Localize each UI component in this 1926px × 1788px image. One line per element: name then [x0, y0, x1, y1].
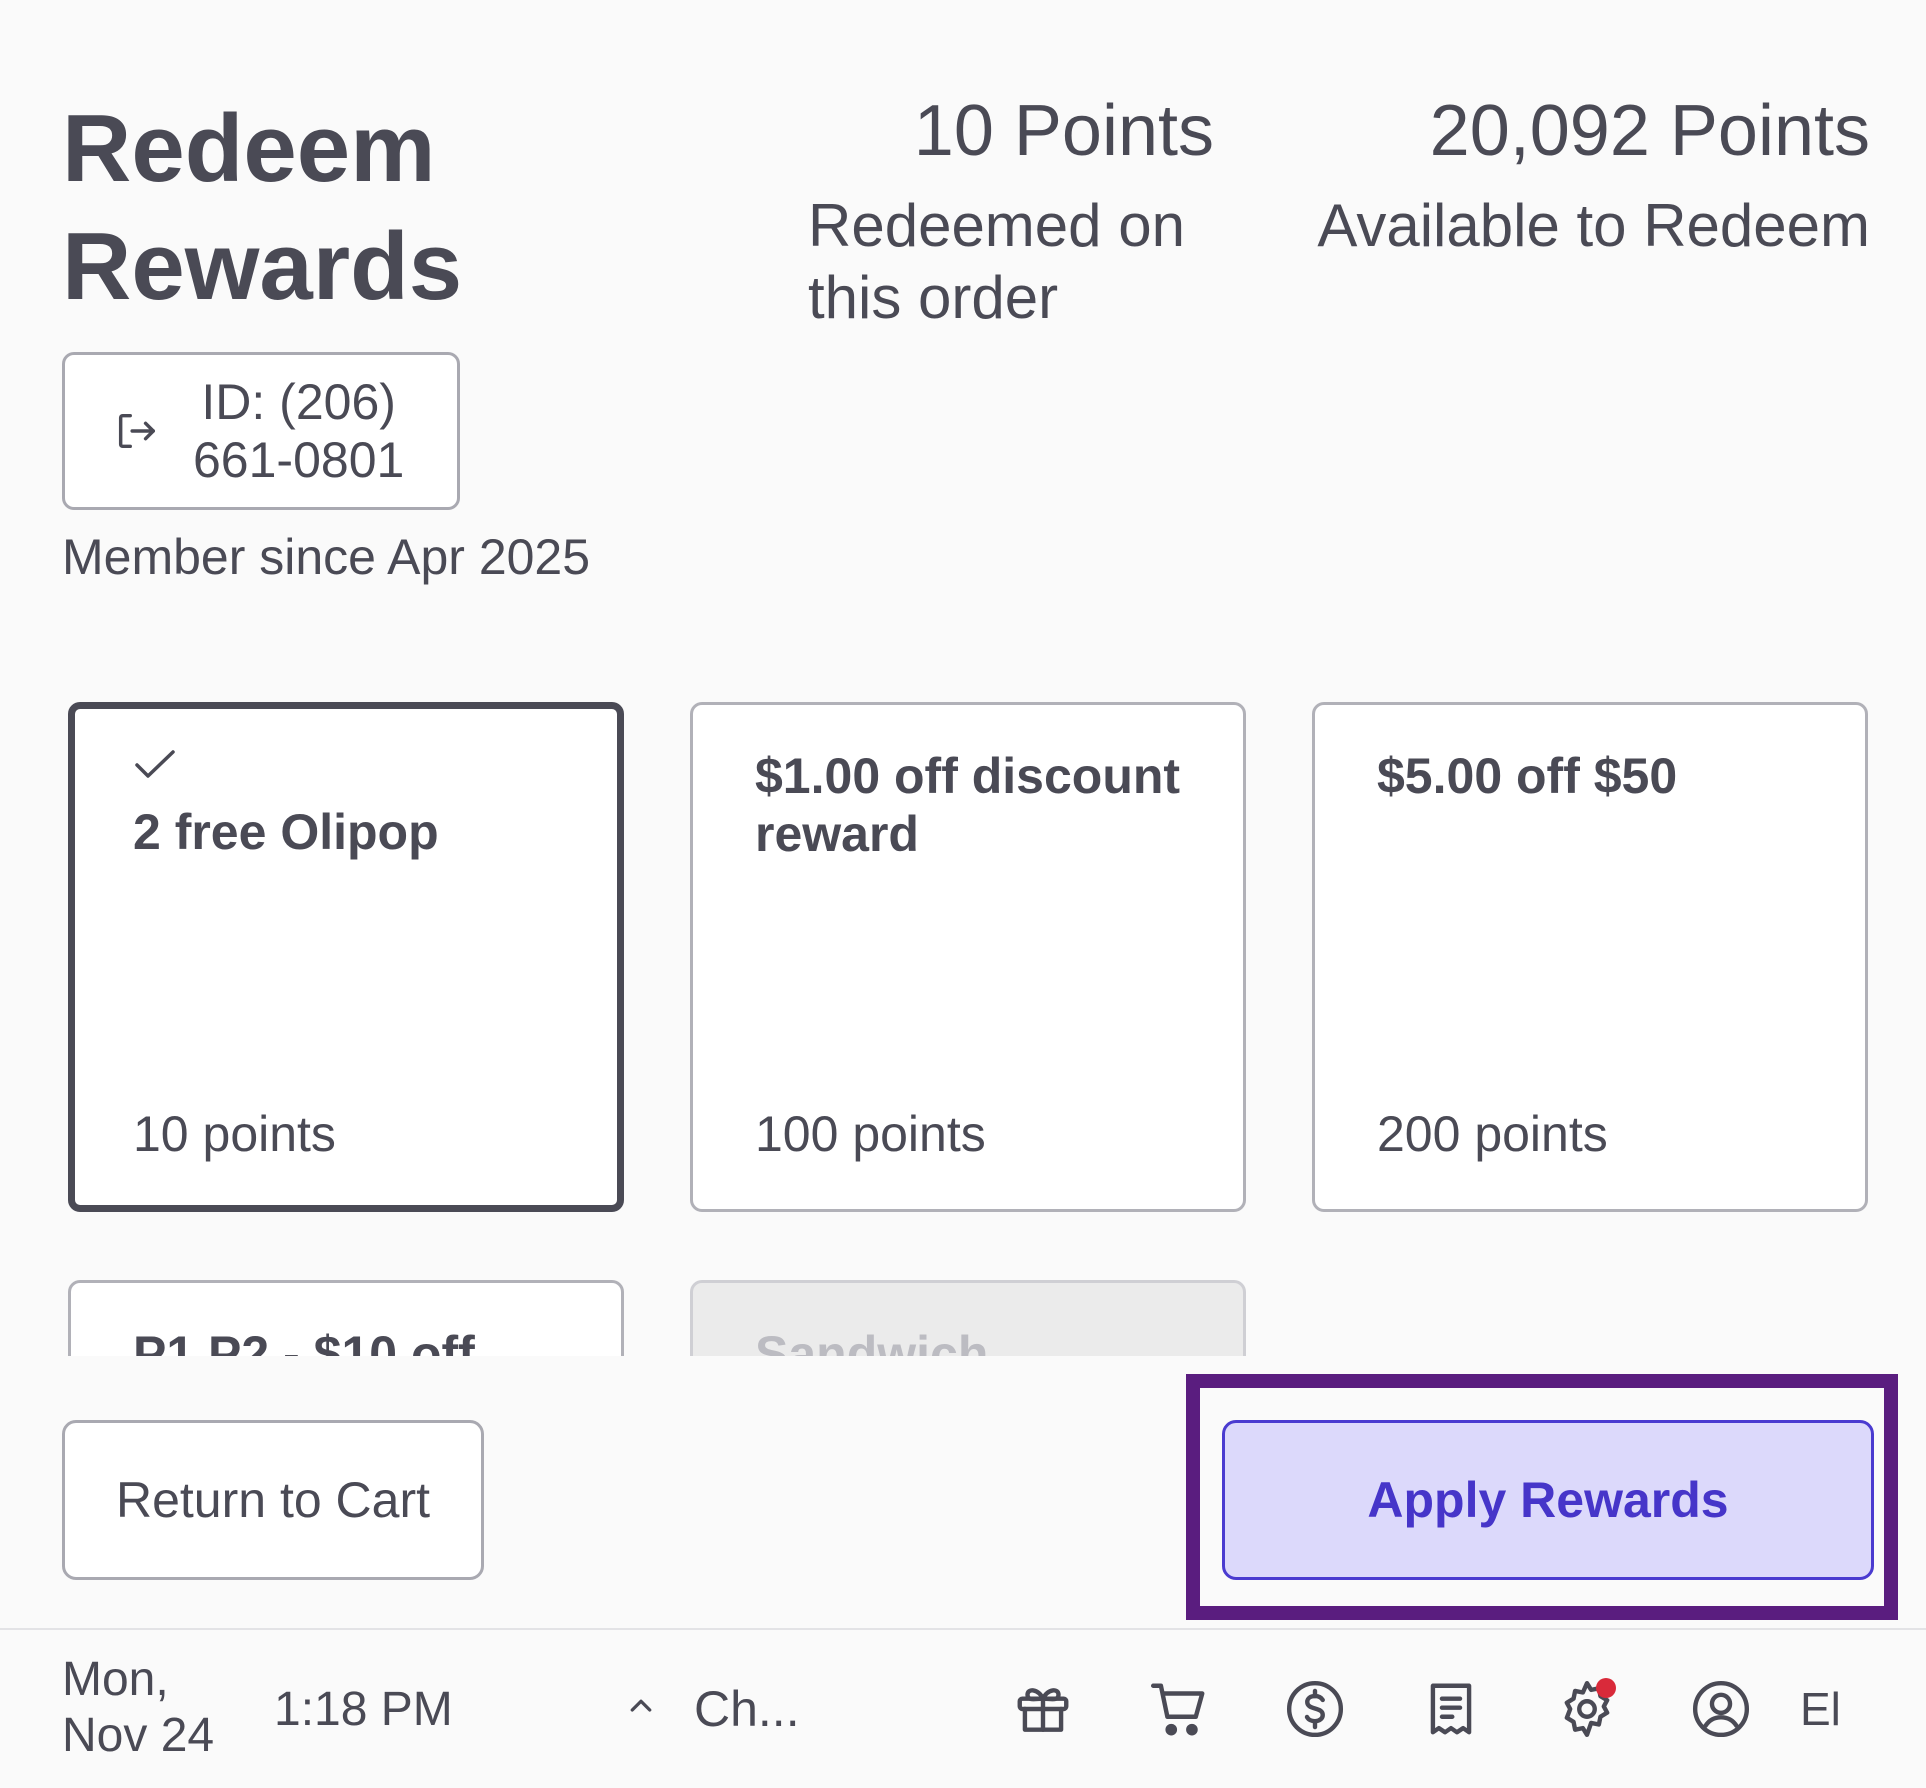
reward-card-sandwich: Sandwich — [690, 1280, 1246, 1356]
status-bar: Mon, Nov 24 1:18 PM Ch... El — [0, 1628, 1926, 1788]
return-to-cart-button[interactable]: Return to Cart — [62, 1420, 484, 1580]
page-title-line1: Redeem — [62, 95, 436, 202]
status-time: 1:18 PM — [274, 1683, 453, 1736]
member-id-line2: 661-0801 — [193, 432, 405, 488]
status-date: Mon, Nov 24 — [62, 1652, 262, 1764]
reward-points: 10 points — [133, 1106, 336, 1162]
reward-name: $5.00 off $50 — [1377, 748, 1678, 804]
receipt-icon[interactable] — [1420, 1678, 1482, 1740]
reward-points: 200 points — [1377, 1106, 1608, 1162]
member-id-line1: ID: (206) — [201, 374, 396, 430]
chevron-up-icon[interactable] — [626, 1690, 656, 1720]
reward-name: Sandwich — [755, 1326, 989, 1356]
reward-card-p1p2[interactable]: P1 P2 - $10 off — [68, 1280, 624, 1356]
redeemed-points-value: 10 Points — [913, 91, 1214, 171]
sign-out-icon — [118, 413, 155, 449]
reward-card-olipop[interactable]: 2 free Olipop 10 points — [68, 702, 624, 1212]
status-date-line2: Nov 24 — [62, 1709, 215, 1762]
page-title-line2: Rewards — [62, 213, 463, 320]
rewards-grid[interactable]: 2 free Olipop 10 points $1.00 off discou… — [0, 690, 1926, 1356]
gift-icon[interactable] — [1012, 1678, 1074, 1740]
reward-card-1-off[interactable]: $1.00 off discount reward 100 points — [690, 702, 1246, 1212]
redeemed-points-label: Redeemed on this order — [808, 192, 1185, 331]
available-points-value: 20,092 Points — [1429, 91, 1870, 171]
member-since: Member since Apr 2025 — [62, 529, 591, 585]
channel-selector[interactable]: Ch... — [694, 1680, 800, 1738]
user-initials[interactable]: El — [1800, 1682, 1841, 1736]
account-icon[interactable] — [1690, 1678, 1752, 1740]
dollar-icon[interactable] — [1284, 1678, 1346, 1740]
cart-icon[interactable] — [1148, 1678, 1210, 1740]
reward-card-5-off[interactable]: $5.00 off $50 200 points — [1312, 702, 1868, 1212]
status-date-line1: Mon, — [62, 1653, 169, 1706]
member-id-button[interactable]: ID: (206) 661-0801 — [62, 352, 460, 510]
checkmark-icon — [135, 750, 175, 778]
apply-rewards-button[interactable]: Apply Rewards — [1222, 1420, 1874, 1580]
reward-name: $1.00 off discount reward — [755, 748, 1181, 862]
notification-badge — [1596, 1678, 1616, 1698]
available-points-label: Available to Redeem — [1317, 192, 1870, 259]
reward-points: 100 points — [755, 1106, 986, 1162]
page-title: Redeem Rewards — [62, 90, 462, 326]
reward-name: 2 free Olipop — [133, 804, 439, 860]
reward-name: P1 P2 - $10 off — [133, 1326, 475, 1356]
member-id: ID: (206) 661-0801 — [193, 373, 404, 489]
